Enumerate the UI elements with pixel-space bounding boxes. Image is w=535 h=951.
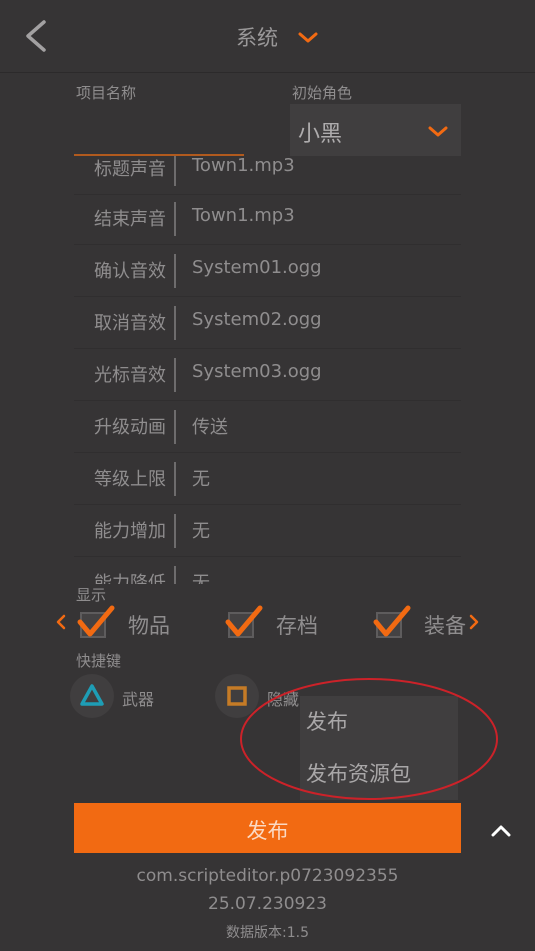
initial-role-value: 小黑 (298, 122, 343, 147)
setting-value: System01.ogg (192, 257, 322, 278)
setting-value: 无 (192, 521, 210, 542)
checkmark-icon (77, 605, 115, 637)
checkmark-icon (225, 605, 263, 637)
setting-value: 传送 (192, 417, 228, 438)
setting-value: System02.ogg (192, 309, 322, 330)
shortcut-label: 武器 (122, 690, 155, 709)
setting-value: Town1.mp3 (192, 156, 295, 176)
top-bar: 系统 (0, 0, 535, 73)
divider (174, 202, 176, 236)
setting-value: 无 (192, 573, 210, 584)
display-label: 显示 (76, 586, 107, 604)
setting-row[interactable]: 等级上限 无 (74, 452, 461, 505)
chevron-down-icon[interactable] (296, 28, 320, 48)
data-version: 数据版本:1.5 (226, 925, 309, 941)
publish-button[interactable]: 发布 (74, 803, 511, 853)
divider (174, 410, 176, 444)
back-chevron-icon[interactable] (20, 18, 56, 54)
divider (174, 462, 176, 496)
setting-key: 等级上限 (94, 469, 166, 490)
triangle-icon (80, 684, 104, 706)
setting-value: 无 (192, 469, 210, 490)
setting-row[interactable]: 结束声音 Town1.mp3 (74, 192, 461, 245)
chevron-down-icon (428, 126, 448, 137)
project-name-label: 项目名称 (76, 84, 137, 102)
checkbox-label: 物品 (128, 614, 170, 638)
page-title[interactable]: 系统 (236, 22, 278, 52)
divider (174, 156, 176, 186)
setting-value: Town1.mp3 (192, 205, 295, 226)
initial-role-select[interactable]: 小黑 (290, 104, 461, 156)
checkmark-icon (373, 605, 411, 637)
settings-list[interactable]: 标题声音 Town1.mp3 结束声音 Town1.mp3 确认音效 Syste… (74, 156, 461, 584)
setting-row[interactable]: 确认音效 System01.ogg (74, 244, 461, 297)
setting-key: 结束声音 (94, 209, 166, 230)
divider (174, 566, 176, 584)
initial-role-label: 初始角色 (292, 84, 353, 102)
shortcuts-label: 快捷键 (76, 652, 122, 670)
publish-button-label: 发布 (246, 819, 289, 843)
setting-key: 能力增加 (94, 521, 166, 542)
app-version: 25.07.230923 (208, 894, 327, 914)
setting-row[interactable]: 光标音效 System03.ogg (74, 348, 461, 401)
divider (174, 254, 176, 288)
setting-row[interactable]: 能力增加 无 (74, 504, 461, 557)
setting-row[interactable]: 取消音效 System02.ogg (74, 296, 461, 349)
annotation-circle (240, 678, 498, 800)
setting-key: 升级动画 (94, 417, 166, 438)
setting-key: 能力降低 (94, 573, 166, 584)
setting-value: System03.ogg (192, 361, 322, 382)
divider (174, 514, 176, 548)
setting-key: 取消音效 (94, 313, 166, 334)
chevron-right-icon[interactable] (467, 612, 481, 632)
project-name-input[interactable] (74, 108, 244, 156)
setting-row[interactable]: 升级动画 传送 (74, 400, 461, 453)
setting-key: 标题声音 (94, 159, 166, 180)
divider (174, 358, 176, 392)
checkbox-label: 存档 (276, 614, 318, 638)
setting-row[interactable]: 能力降低 无 (74, 556, 461, 584)
setting-row[interactable]: 标题声音 Town1.mp3 (74, 156, 461, 195)
checkbox-label: 装备 (424, 614, 466, 638)
chevron-up-icon (491, 825, 511, 837)
setting-key: 光标音效 (94, 365, 166, 386)
chevron-left-icon[interactable] (54, 612, 68, 632)
divider (174, 306, 176, 340)
setting-key: 确认音效 (94, 261, 166, 282)
package-name: com.scripteditor.p0723092355 (136, 866, 399, 886)
